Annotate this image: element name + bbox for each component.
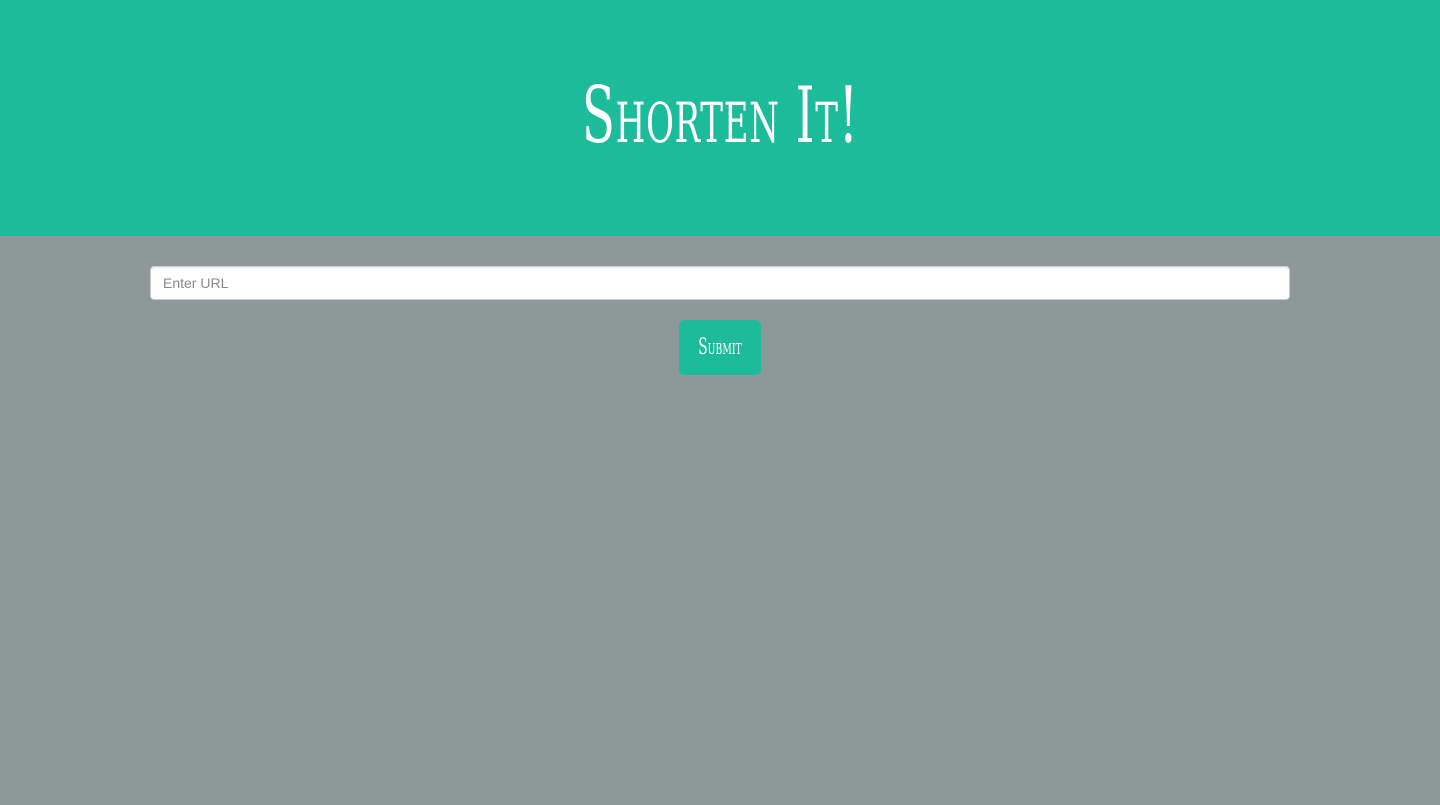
url-input[interactable]	[150, 266, 1290, 300]
page: Shorten It! Submit	[0, 0, 1440, 805]
hero-banner: Shorten It!	[0, 0, 1440, 236]
page-title: Shorten It!	[581, 71, 859, 161]
submit-button[interactable]: Submit	[679, 320, 761, 375]
submit-button-label: Submit	[698, 335, 742, 360]
